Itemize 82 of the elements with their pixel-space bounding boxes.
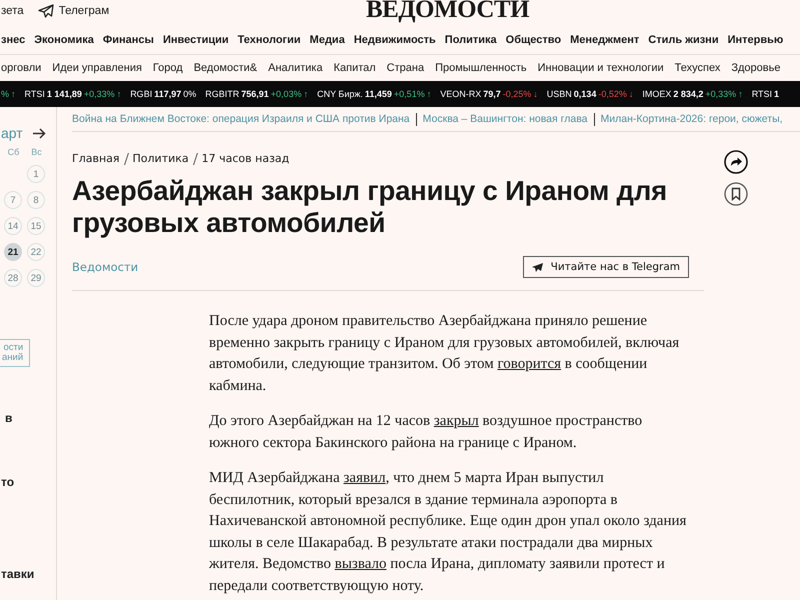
ticker-name: VEON-RX [440, 89, 482, 99]
ticker-name: RGBITR [205, 89, 240, 99]
ticker-name: RGBI [130, 89, 152, 99]
paper-plane-icon [532, 262, 543, 272]
sidebar-text: тавки [0, 567, 34, 581]
share-icon[interactable] [724, 150, 748, 174]
paper-plane-icon [38, 4, 54, 18]
nav-link[interactable]: Финансы [102, 34, 154, 46]
bookmark-icon[interactable] [724, 182, 748, 206]
nav-link[interactable]: Медиа [310, 34, 345, 46]
text-link[interactable]: вызвало [334, 556, 386, 572]
weekday-label: Вс [30, 147, 43, 157]
ticker-change: -0,52% [598, 89, 627, 99]
calendar-day[interactable]: 21 [4, 243, 22, 261]
article-title: Азербайджан закрыл границу с Ираном для грузовых автомобилей [72, 175, 668, 239]
top-link[interactable]: зета [1, 4, 24, 18]
breadcrumb-link[interactable]: Главная [72, 152, 120, 165]
weekday-label: Сб [6, 147, 20, 157]
nav-link[interactable]: Политика [444, 34, 497, 46]
ticker-change: +0,51% [394, 89, 425, 99]
nav-link[interactable]: Общество [506, 34, 562, 46]
sidebar-text: в [4, 411, 12, 425]
trend-arrow: ↑ [304, 89, 308, 99]
nav-link[interactable]: Интервью [728, 34, 784, 46]
ticker-name: USBN [546, 89, 572, 99]
nav-link[interactable]: Аналитика [268, 62, 323, 74]
trend-arrow: ↓ [628, 89, 634, 99]
nav-link[interactable]: Идеи управления [52, 62, 142, 74]
ticker-value: 2 834,2 [673, 89, 704, 99]
nav-link[interactable]: Инвестиции [162, 34, 229, 46]
article-paragraph: После удара дроном правительство Азербайджана приняло решение временно закрыть границу с Ираном для грузовых автомобилей, включая автомобили, следующие транзитом. Об этом говорится в сообщении кабмина. [209, 312, 680, 396]
ticker-value: 1 141,89 [46, 89, 82, 99]
month-label: арт [0, 125, 23, 141]
ticker-value: 756,91 [241, 89, 269, 99]
ticker-change: +0,33% [84, 89, 115, 99]
text-link[interactable]: говорится [497, 356, 562, 372]
arrow-right-icon[interactable] [33, 128, 46, 138]
ticker-name: RTSI [752, 89, 772, 99]
nav-link[interactable]: Техуспех [674, 62, 720, 74]
ticker-name: RTSI [24, 89, 45, 99]
trend-arrow: ↓ [533, 89, 538, 99]
breadcrumb-link[interactable]: 17 часов назад [202, 152, 290, 165]
nav-link[interactable]: Стиль жизни [648, 34, 719, 46]
ticker-value: 1 [774, 89, 780, 99]
ticker-change: -0,25% [502, 89, 532, 99]
site-logo[interactable]: ВЕДОМОСТИ [366, 0, 530, 24]
trend-arrow: ↑ [738, 89, 743, 99]
trend-arrow: ↑ [426, 89, 432, 99]
nav-link[interactable]: Менеджмент [570, 34, 640, 46]
breadcrumb-link[interactable]: Политика [132, 152, 189, 165]
ticker-value: 11,459 [364, 89, 392, 99]
nav-link[interactable]: знес [1, 34, 26, 46]
telegram-link[interactable]: Телеграм [38, 4, 110, 18]
nav-link[interactable]: Страна [386, 62, 424, 74]
ticker-change: +0,03% [270, 89, 302, 99]
nav-link[interactable]: орговли [1, 62, 42, 74]
text-link[interactable]: закрыл [434, 413, 479, 429]
nav-link[interactable]: Экономика [34, 34, 94, 46]
nav-link[interactable]: Недвижимость [354, 34, 436, 46]
text-link[interactable]: заявил [343, 470, 386, 486]
trend-arrow: ↑ [116, 89, 122, 99]
ticker-change: 0% [183, 89, 196, 99]
calendar-day[interactable]: 28 [4, 269, 22, 287]
telegram-button[interactable]: Читайте нас в Telegram [522, 256, 689, 278]
nav-link[interactable]: Технологии [238, 34, 301, 46]
ticker-value: 79,7 [483, 89, 501, 99]
ticker-value: 117,97 [154, 89, 182, 99]
article-paragraph: МИД Азербайджана заявил, что днем 5 марта Иран выпустил беспилотник, который врезался в здание терминала аэропорта в Нахичеванской автономной республике. Еще один дрон упал около здания школы в селе Шакарабад. В результате атаки пострадали два мирных жителя. Ведомство вызвало посла Ирана, дипломату заявили протест и передали соответствующую ноту. [209, 469, 687, 596]
ticker-name: CNY Бирж. [317, 89, 363, 99]
trend-arrow: ↑ [11, 89, 16, 99]
nav-link[interactable]: Здоровье [731, 62, 780, 74]
nav-link[interactable]: Город [152, 62, 183, 74]
sidebar-text: то [0, 475, 14, 489]
ticker-name: IMOEX [642, 89, 672, 99]
nav-link[interactable]: Промышленность [435, 62, 527, 74]
nav-link[interactable]: Капитал [334, 62, 376, 74]
ticker-change: % [1, 89, 10, 99]
nav-link[interactable]: Инновации и технологии [538, 62, 664, 74]
ticker-change: +0,33% [705, 89, 736, 99]
article-paragraph: До этого Азербайджан на 12 часов закрыл воздушное пространство южного сектора Бакинского района на границе с Ираном. [209, 412, 644, 452]
nav-link[interactable]: Ведомости& [194, 62, 258, 74]
ticker-value: 0,134 [574, 89, 596, 99]
